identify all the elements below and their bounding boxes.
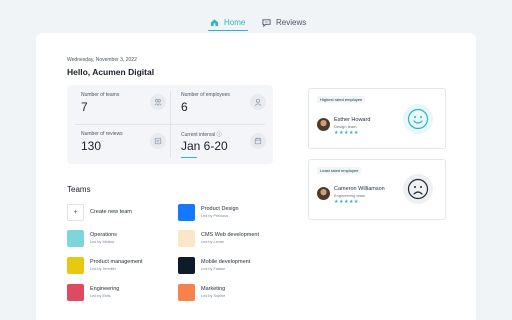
calendar-icon <box>250 133 266 149</box>
greeting-title: Hello, Acumen Digital <box>67 67 155 77</box>
team-color-swatch <box>178 256 195 274</box>
employee-name: Esther Howard <box>334 117 371 123</box>
highest-rated-badge: Highest rated employee <box>317 96 366 103</box>
team-item[interactable]: Product management Led by Jennifer <box>67 256 143 274</box>
stat-current-interval[interactable]: Current interval ⓘ Jan 6-20 <box>181 131 276 165</box>
top-nav: Home Reviews <box>0 0 512 33</box>
active-tab-indicator <box>208 30 248 31</box>
tab-reviews[interactable]: Reviews <box>262 15 306 29</box>
team-item[interactable]: Mobile development Led by Fatase <box>178 256 250 274</box>
team-item[interactable]: Engineering Led by Elvis <box>67 283 119 301</box>
avatar <box>317 118 330 131</box>
rating-stars: ★★★★★ <box>334 130 359 136</box>
tab-reviews-label: Reviews <box>276 17 307 27</box>
team-lead: Led by Lenne <box>201 239 225 244</box>
employee-team: Engineering team <box>334 193 366 198</box>
team-color-swatch <box>178 229 195 247</box>
team-lead: Led by Jennifer <box>90 266 116 271</box>
stat-employees: Number of employees 6 <box>181 92 276 126</box>
tab-home[interactable]: Home <box>210 15 245 29</box>
teams-section-title: Teams <box>67 185 91 194</box>
team-lead: Led by Elvis <box>90 293 111 298</box>
team-name: Marketing <box>201 286 226 293</box>
team-color-swatch <box>67 283 84 301</box>
team-color-swatch <box>178 283 195 301</box>
stat-label: Number of employees <box>181 92 230 98</box>
team-lead: Led by Mellow <box>90 239 115 244</box>
speech-bubble-icon <box>262 18 271 27</box>
employee-name: Cameron Williamson <box>334 186 385 192</box>
home-icon <box>210 18 219 26</box>
avatar <box>317 187 330 200</box>
stat-value: 6 <box>181 100 188 114</box>
employee-team: Design team <box>334 124 357 129</box>
stat-label: Number of teams <box>81 92 120 98</box>
highest-rated-card[interactable]: Highest rated employee Esther Howard Des… <box>308 88 446 149</box>
team-color-swatch <box>178 203 195 221</box>
stat-value: Jan 6-20 <box>181 139 228 153</box>
sad-face-icon <box>403 174 433 204</box>
employees-icon <box>250 94 266 110</box>
create-team-button[interactable]: + Create new team <box>67 203 132 221</box>
stat-label: Current interval ⓘ <box>181 132 222 138</box>
team-name: Product Design <box>201 206 239 213</box>
team-lead: Led by Fatase <box>201 266 226 271</box>
team-lead: Led by Sophie <box>201 293 226 298</box>
team-item[interactable]: CMS Web development Led by Lenne <box>178 229 259 247</box>
main-card: Wednesday, November 3, 2022 Hello, Acume… <box>36 33 476 320</box>
team-name: Operations <box>90 232 117 239</box>
team-name: Engineering <box>90 286 120 293</box>
stats-panel: Number of teams 7 Number of employees 6 … <box>67 85 273 164</box>
rating-stars: ★★★★★ <box>334 199 359 205</box>
team-name: Product management <box>90 259 143 266</box>
team-name: Mobile development <box>201 259 251 266</box>
stat-value: 7 <box>81 100 88 114</box>
stat-teams: Number of teams 7 <box>81 92 176 126</box>
create-team-label: Create new team <box>90 209 132 215</box>
team-item[interactable]: Marketing Led by Sophie <box>178 283 225 301</box>
stat-reviews: Number of reviews 130 <box>81 131 176 165</box>
team-color-swatch <box>67 229 84 247</box>
least-rated-card[interactable]: Least rated employee Cameron Williamson … <box>308 159 446 220</box>
tab-home-label: Home <box>224 17 246 27</box>
team-lead: Led by Precious <box>201 213 229 218</box>
reviews-icon <box>150 133 166 149</box>
current-date: Wednesday, November 3, 2022 <box>67 57 137 63</box>
team-name: CMS Web development <box>201 232 259 239</box>
happy-face-icon <box>403 104 433 134</box>
team-item[interactable]: Operations Led by Mellow <box>67 229 117 247</box>
least-rated-badge: Least rated employee <box>317 167 362 174</box>
stat-label: Number of reviews <box>81 131 123 137</box>
teams-icon <box>150 94 166 110</box>
stat-value: 130 <box>81 139 102 153</box>
team-color-swatch <box>67 256 84 274</box>
interval-underline <box>181 157 197 158</box>
plus-icon: + <box>67 203 84 221</box>
team-item[interactable]: Product Design Led by Precious <box>178 203 239 221</box>
